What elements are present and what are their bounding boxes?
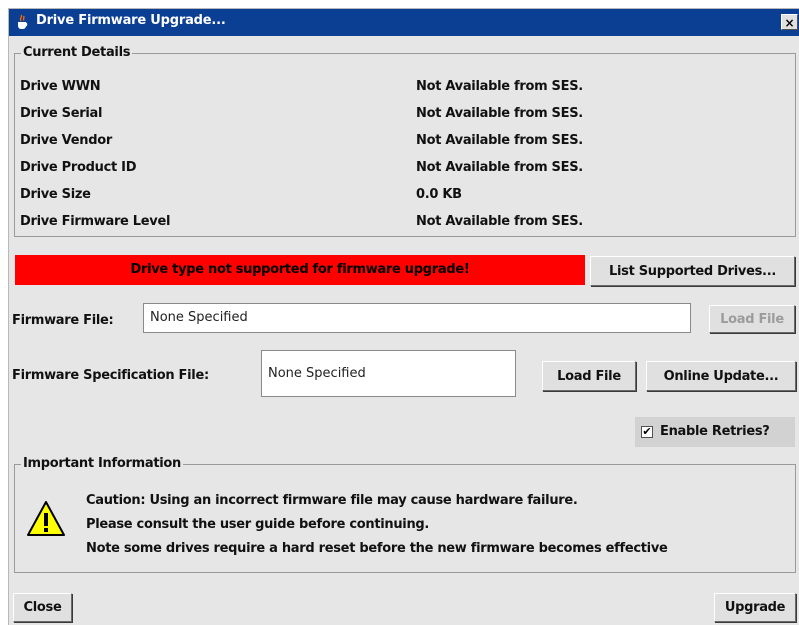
close-window-button[interactable]: × [781, 14, 798, 30]
info-line: Note some drives require a hard reset be… [86, 541, 668, 556]
upgrade-button[interactable]: Upgrade [714, 593, 796, 622]
enable-retries-label: Enable Retries? [660, 424, 770, 439]
load-firmware-file-button[interactable]: Load File [709, 305, 795, 333]
spec-file-field[interactable]: None Specified [261, 350, 516, 397]
detail-value: Not Available from SES. [416, 160, 583, 175]
list-supported-drives-button[interactable]: List Supported Drives... [590, 256, 795, 286]
detail-label: Drive Product ID [20, 160, 137, 175]
firmware-file-field[interactable]: None Specified [143, 303, 691, 333]
title-bar[interactable]: Drive Firmware Upgrade... × [9, 9, 799, 36]
detail-label: Drive Firmware Level [20, 214, 171, 229]
detail-row-wwn: Drive WWN Not Available from SES. [20, 79, 790, 101]
detail-row-size: Drive Size 0.0 KB [20, 187, 790, 209]
detail-label: Drive WWN [20, 79, 101, 94]
detail-value: Not Available from SES. [416, 133, 583, 148]
detail-row-firmware-level: Drive Firmware Level Not Available from … [20, 214, 790, 236]
detail-row-serial: Drive Serial Not Available from SES. [20, 106, 790, 128]
detail-label: Drive Serial [20, 106, 103, 121]
load-spec-file-button[interactable]: Load File [542, 361, 636, 391]
window-title: Drive Firmware Upgrade... [36, 13, 226, 28]
firmware-upgrade-dialog: Drive Firmware Upgrade... × Current Deta… [8, 8, 799, 625]
detail-row-product-id: Drive Product ID Not Available from SES. [20, 160, 790, 182]
detail-value: Not Available from SES. [416, 106, 583, 121]
unsupported-drive-banner: Drive type not supported for firmware up… [15, 255, 585, 285]
online-update-button[interactable]: Online Update... [646, 361, 796, 391]
detail-value: 0.0 KB [416, 187, 462, 202]
enable-retries-checkbox[interactable]: ✔ Enable Retries? [635, 417, 795, 447]
detail-label: Drive Size [20, 187, 91, 202]
detail-value: Not Available from SES. [416, 214, 583, 229]
current-details-legend: Current Details [21, 45, 133, 60]
firmware-file-label: Firmware File: [12, 313, 114, 328]
detail-row-vendor: Drive Vendor Not Available from SES. [20, 133, 790, 155]
detail-label: Drive Vendor [20, 133, 112, 148]
detail-value: Not Available from SES. [416, 79, 583, 94]
spec-file-label: Firmware Specification File: [12, 368, 209, 383]
checkbox-check-icon[interactable]: ✔ [641, 426, 653, 438]
warning-icon [27, 501, 65, 536]
important-information-legend: Important Information [21, 456, 183, 471]
info-line: Caution: Using an incorrect firmware fil… [86, 493, 578, 508]
close-button[interactable]: Close [13, 593, 72, 622]
info-line: Please consult the user guide before con… [86, 517, 430, 532]
java-cup-icon [18, 14, 28, 29]
